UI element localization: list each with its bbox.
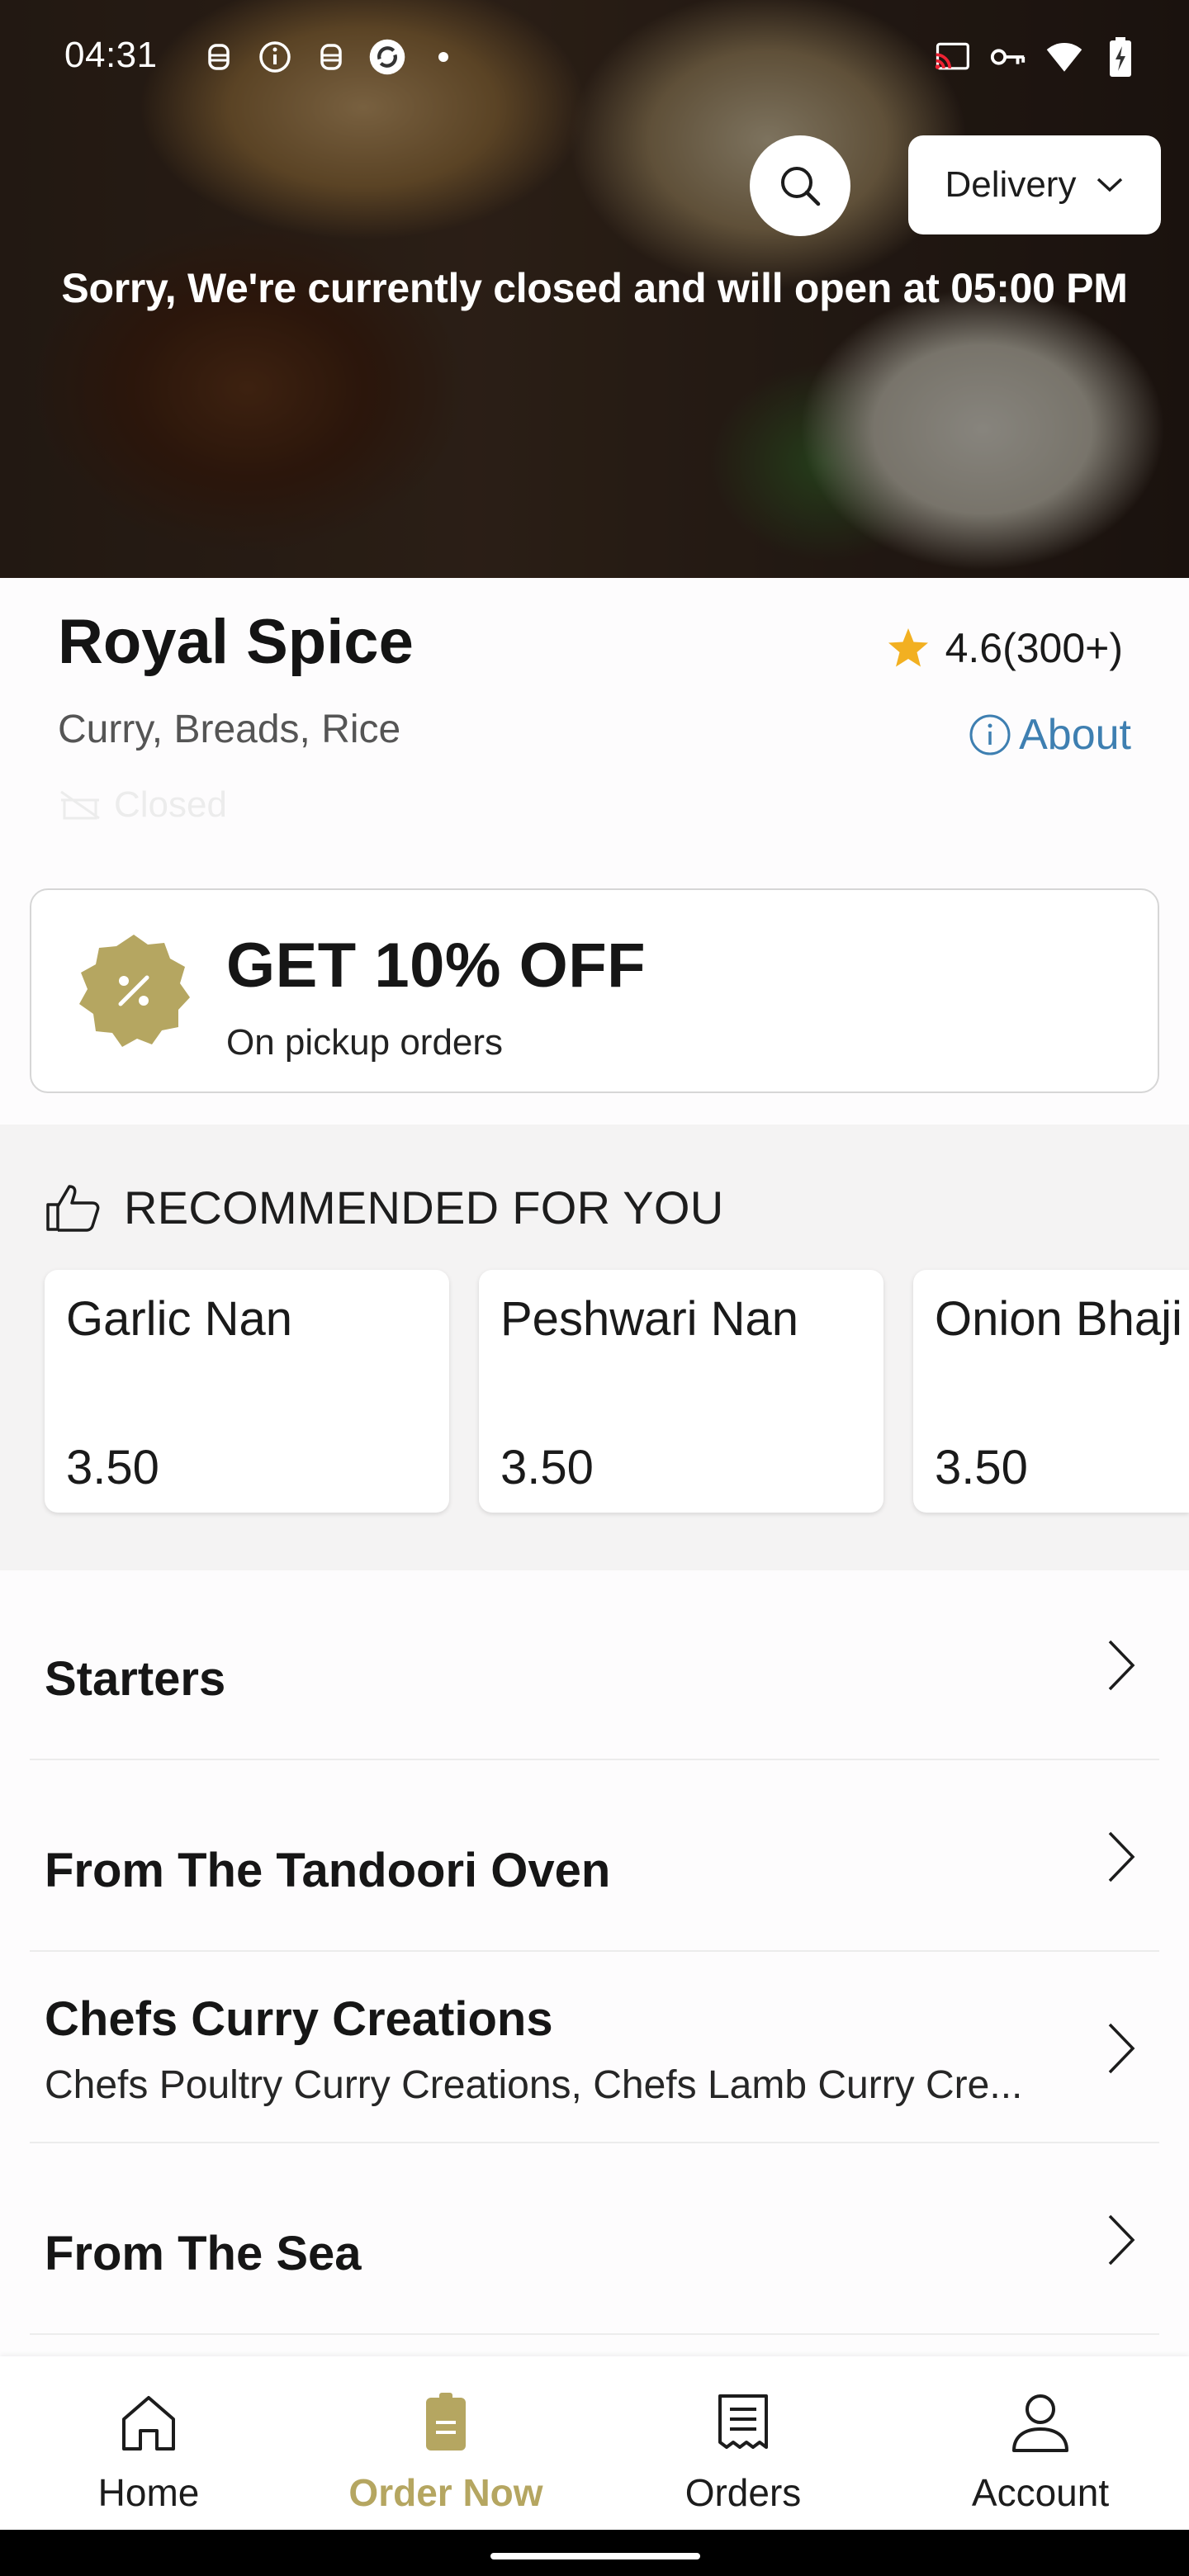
category-row[interactable]: From The Tandoori Oven xyxy=(30,1760,1159,1952)
app-notification-icon xyxy=(312,38,350,76)
category-title: Chefs Curry Creations xyxy=(45,1992,553,2046)
battery-charging-icon xyxy=(1101,37,1139,77)
category-row[interactable]: Starters xyxy=(30,1569,1159,1760)
store-closed-icon xyxy=(60,790,100,820)
wifi-icon xyxy=(1045,38,1083,76)
promo-card[interactable]: GET 10% OFF On pickup orders xyxy=(30,888,1159,1093)
status-time: 04:31 xyxy=(64,35,158,75)
rating[interactable]: 4.6(300+) xyxy=(886,624,1123,672)
system-gesture-bar xyxy=(0,2530,1189,2576)
nav-home[interactable]: Home xyxy=(0,2356,297,2530)
category-title: From The Tandoori Oven xyxy=(45,1844,611,1897)
nav-orders-label: Orders xyxy=(685,2471,802,2514)
recommended-title: RECOMMENDED FOR YOU xyxy=(124,1181,724,1234)
closed-message: Sorry, We're currently closed and will o… xyxy=(61,265,1128,311)
more-dot-icon xyxy=(424,38,462,76)
delivery-mode-label: Delivery xyxy=(945,164,1077,205)
star-icon xyxy=(888,628,928,667)
restaurant-name: Royal Spice xyxy=(58,607,414,677)
hero-banner: 04:31 Delivery Sorry, We're currently cl… xyxy=(0,0,1189,578)
recommended-item[interactable]: Peshwari Nan 3.50 xyxy=(479,1270,883,1513)
promo-title: GET 10% OFF xyxy=(226,930,647,1001)
open-status: Closed xyxy=(58,784,227,826)
app-notification-icon xyxy=(200,38,238,76)
recommended-item[interactable]: Garlic Nan 3.50 xyxy=(45,1270,449,1513)
nav-order-now-label: Order Now xyxy=(348,2471,543,2514)
nav-orders[interactable]: Orders xyxy=(594,2356,892,2530)
home-icon xyxy=(122,2396,175,2451)
category-subtitle: Chefs Poultry Curry Creations, Chefs Lam… xyxy=(45,2063,1023,2107)
recommended-item[interactable]: Onion Bhaji 3.50 xyxy=(913,1270,1189,1513)
sync-notification-icon xyxy=(368,38,406,76)
nav-order-now[interactable]: Order Now xyxy=(297,2356,594,2530)
search-button[interactable] xyxy=(750,135,850,236)
vpn-key-icon xyxy=(989,38,1027,76)
thumbs-up-icon xyxy=(46,1184,100,1232)
nav-account-label: Account xyxy=(971,2471,1110,2514)
chevron-down-icon xyxy=(1097,178,1123,192)
nav-home-label: Home xyxy=(97,2471,200,2514)
chevron-right-icon xyxy=(1108,2214,1135,2266)
chevron-right-icon xyxy=(1108,2023,1135,2074)
status-bar: 04:31 xyxy=(0,33,1189,83)
order-icon xyxy=(426,2393,466,2451)
search-icon xyxy=(781,167,821,206)
discount-badge-icon xyxy=(79,935,190,1047)
category-title: From The Sea xyxy=(45,2227,362,2280)
cuisines: Curry, Breads, Rice xyxy=(58,708,401,751)
nav-account[interactable]: Account xyxy=(892,2356,1189,2530)
person-icon xyxy=(1012,2394,1068,2452)
home-gesture-handle[interactable] xyxy=(490,2553,700,2559)
rating-value: 4.6(300+) xyxy=(945,625,1123,671)
item-name: Onion Bhaji xyxy=(935,1292,1182,1346)
recommended-section: RECOMMENDED FOR YOU Garlic Nan 3.50 Pesh… xyxy=(0,1125,1189,1570)
category-title: Starters xyxy=(45,1652,226,1706)
info-icon xyxy=(969,714,1011,755)
item-price: 3.50 xyxy=(500,1441,594,1494)
item-price: 3.50 xyxy=(66,1441,159,1494)
about-label: About xyxy=(1019,711,1131,759)
receipt-icon xyxy=(718,2394,768,2449)
open-status-label: Closed xyxy=(114,784,227,825)
category-row[interactable]: Chefs Curry Creations Chefs Poultry Curr… xyxy=(30,1952,1159,2143)
chevron-right-icon xyxy=(1108,1831,1135,1882)
cast-icon xyxy=(933,38,971,76)
item-name: Garlic Nan xyxy=(66,1292,292,1346)
promo-subtitle: On pickup orders xyxy=(226,1022,504,1063)
delivery-mode-dropdown[interactable]: Delivery xyxy=(908,135,1161,234)
item-price: 3.50 xyxy=(935,1441,1028,1494)
chevron-right-icon xyxy=(1108,1640,1135,1691)
category-row[interactable]: From The Sea xyxy=(30,2143,1159,2335)
bottom-navigation: Home Order Now Orders Account xyxy=(0,2356,1189,2530)
info-notification-icon xyxy=(256,38,294,76)
about-link[interactable]: About xyxy=(968,710,1131,760)
item-name: Peshwari Nan xyxy=(500,1292,799,1346)
